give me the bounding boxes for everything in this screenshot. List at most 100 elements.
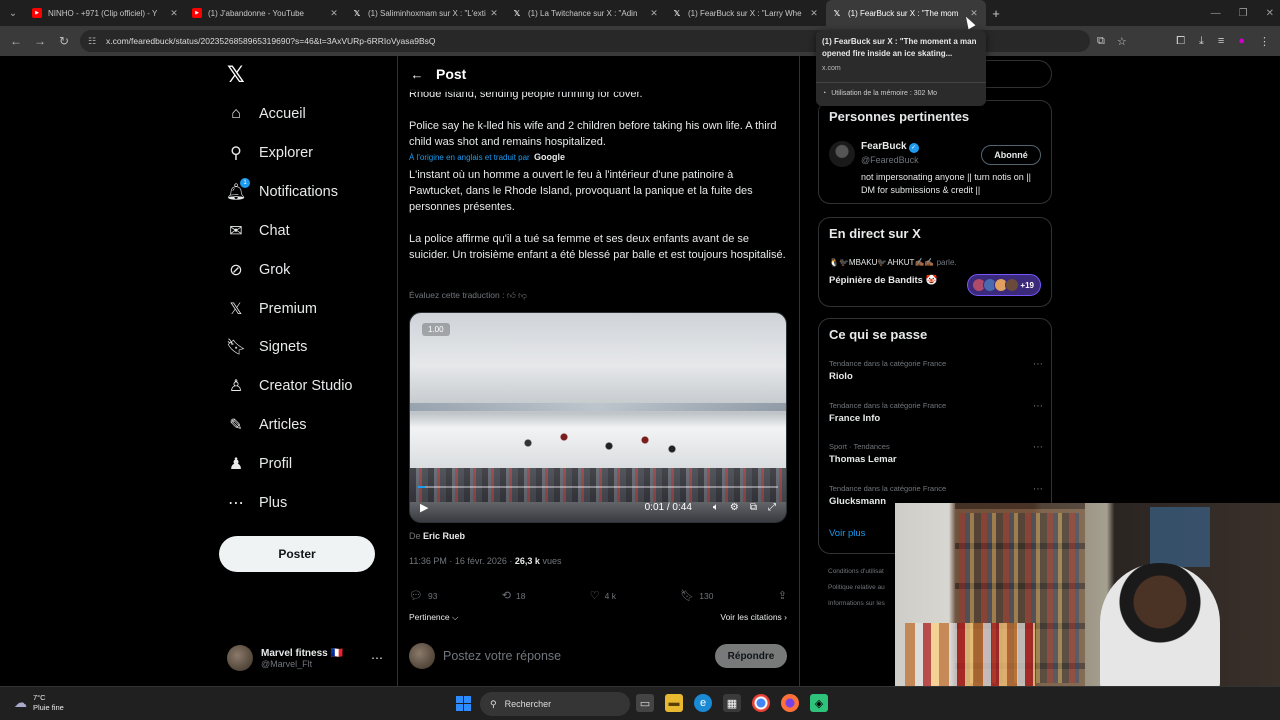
following-button[interactable]: Abonné: [981, 145, 1041, 165]
maximize-icon[interactable]: ❐: [1239, 8, 1248, 19]
browser-tab[interactable]: 𝕏 (1) FearBuck sur X : "Larry Whe ✕: [666, 0, 826, 26]
nav-item-profil[interactable]: ♟ Profil: [227, 452, 292, 476]
close-tab-icon[interactable]: ✕: [808, 8, 820, 19]
site-info-icon[interactable]: ☷: [88, 36, 100, 47]
account-switcher[interactable]: Marvel fitness 🇫🇷 @Marvel_Flt ⋯: [227, 642, 397, 674]
post-button[interactable]: Poster: [219, 536, 375, 572]
firefox-icon[interactable]: [781, 694, 799, 712]
post-timestamp[interactable]: 11:36 PM · 16 févr. 2026 ·: [409, 556, 512, 566]
video-progress-fill: [418, 486, 426, 488]
footer-link[interactable]: Politique relative au: [828, 580, 885, 596]
chrome-icon[interactable]: [752, 694, 770, 712]
relevant-person-handle: @FearedBuck: [861, 155, 919, 165]
like-count: 4 k: [604, 590, 616, 601]
weather-widget[interactable]: ☁ 7°C Pluie fine: [14, 693, 64, 713]
x-logo-icon[interactable]: 𝕏: [227, 62, 245, 88]
install-app-icon[interactable]: ⧉: [1097, 35, 1105, 48]
close-tab-icon[interactable]: ✕: [168, 8, 180, 19]
close-window-icon[interactable]: ✕: [1266, 8, 1274, 19]
windows-taskbar: ☁ 7°C Pluie fine ⚲ Rechercher ▭ ▬ e ▦ ◈: [0, 686, 1280, 720]
more-dots-icon[interactable]: ⋯: [1033, 359, 1043, 370]
download-icon[interactable]: ⤓: [1199, 35, 1204, 48]
video-player[interactable]: 1.00 ▶ 0:01 / 0:44 🔈︎ ⚙ ⧉ ⤢: [409, 312, 787, 523]
x-icon: 𝕏: [673, 8, 681, 18]
mail-icon: ✉: [229, 222, 243, 240]
reload-icon[interactable]: ↻: [52, 34, 76, 48]
close-tab-icon[interactable]: ✕: [328, 8, 340, 19]
nav-item-notifications[interactable]: 🔔︎ 1 Notifications: [226, 177, 338, 204]
repost-action[interactable]: ⟲ 18: [502, 589, 526, 602]
nav-item-accueil[interactable]: ⌂ Accueil: [227, 102, 306, 126]
sort-dropdown[interactable]: Pertinence ⌵: [409, 612, 458, 623]
more-dots-icon[interactable]: ⋯: [1033, 484, 1043, 495]
footer-link[interactable]: Conditions d'utilisat: [828, 564, 885, 580]
more-dots-icon[interactable]: ⋯: [1033, 442, 1043, 453]
fullscreen-icon[interactable]: ⤢: [768, 502, 776, 513]
nav-item-plus[interactable]: ⋯ Plus: [227, 491, 287, 515]
minimize-icon[interactable]: —: [1211, 8, 1221, 19]
media-controls-icon[interactable]: ≡: [1218, 35, 1224, 47]
reply-button[interactable]: Répondre: [715, 644, 787, 668]
address-bar-row: ← → ↻ ☷ x.com/fearedbuck/status/20235268…: [0, 26, 1280, 56]
thumbs-up-icon[interactable]: 👍︎: [507, 290, 516, 300]
picture-in-picture-icon[interactable]: ⧉: [750, 502, 757, 513]
credit-name[interactable]: Eric Rueb: [423, 531, 465, 541]
more-dots-icon[interactable]: ⋯: [371, 651, 383, 665]
trend-item[interactable]: Tendance dans la catégorie France Riolo ⋯: [829, 359, 1043, 382]
trend-item[interactable]: Tendance dans la catégorie France France …: [829, 401, 1043, 424]
play-icon[interactable]: ▶: [420, 501, 428, 514]
back-arrow-icon[interactable]: ←: [398, 67, 436, 82]
back-icon[interactable]: ←: [4, 34, 28, 48]
nav-item-grok[interactable]: ⊘ Grok: [227, 258, 290, 282]
relevant-people-title: Personnes pertinentes: [829, 109, 970, 124]
trend-item[interactable]: Sport · Tendances Thomas Lemar ⋯: [829, 442, 1043, 465]
video-progress-bar[interactable]: [418, 486, 778, 488]
nav-item-chat[interactable]: ✉ Chat: [227, 219, 289, 243]
bookmark-action[interactable]: 🔖︎ 130: [680, 589, 713, 602]
bookmark-icon: 🔖︎: [680, 590, 695, 602]
taskbar-search[interactable]: ⚲ Rechercher: [480, 692, 630, 716]
browser-tab[interactable]: 𝕏 (1) La Twitchance sur X : "Adin ✕: [506, 0, 666, 26]
task-view-icon[interactable]: ▭: [636, 694, 654, 712]
browser-tab[interactable]: ▶ NINHO - +971 (Clip officiel) - Y ✕: [26, 0, 186, 26]
extensions-icon[interactable]: ⧠: [1176, 35, 1185, 48]
forward-icon[interactable]: →: [28, 34, 52, 48]
nav-item-creator-studio[interactable]: ♙ Creator Studio: [227, 374, 353, 398]
avatar[interactable]: [829, 141, 855, 167]
close-tab-icon[interactable]: ✕: [648, 8, 660, 19]
reply-action[interactable]: 💬︎ 93: [409, 589, 437, 602]
nav-item-explorer[interactable]: ⚲ Explorer: [227, 141, 313, 165]
relevant-person-name[interactable]: FearBuck ✓: [861, 141, 919, 153]
browser-tab[interactable]: 𝕏 (1) FearBuck sur X : "The mom ✕: [826, 0, 986, 26]
file-explorer-icon[interactable]: ▬: [665, 694, 683, 712]
share-action[interactable]: ⇪: [778, 589, 787, 602]
tab-search-chevron-icon[interactable]: ⌄: [0, 0, 26, 26]
profile-avatar-icon[interactable]: ●: [1238, 35, 1245, 47]
edge-icon[interactable]: e: [694, 694, 712, 712]
live-on-x-card[interactable]: En direct sur X 🐧🐦‍⬛MBAKU🐦‍⬛AHKUT✍🏾✍🏾 pa…: [818, 217, 1052, 307]
like-action[interactable]: ♡ 4 k: [590, 589, 616, 602]
nav-item-signets[interactable]: 🔖︎ Signets: [226, 335, 308, 359]
nav-item-label: Notifications: [259, 183, 338, 200]
bookmark-star-icon[interactable]: ☆: [1117, 35, 1127, 48]
windows-start-icon[interactable]: [456, 696, 471, 711]
menu-kebab-icon[interactable]: ⋮: [1259, 35, 1270, 48]
footer-link[interactable]: Informations sur les: [828, 596, 885, 612]
nav-item-articles[interactable]: ✎ Articles: [227, 413, 306, 437]
relevant-person-name-text: FearBuck: [861, 141, 907, 152]
settings-gear-icon[interactable]: ⚙: [730, 502, 739, 513]
view-quotes-link[interactable]: Voir les citations ›: [720, 612, 787, 623]
nav-item-premium[interactable]: 𝕏 Premium: [227, 297, 317, 321]
volume-icon[interactable]: 🔈︎: [713, 502, 719, 513]
browser-tab[interactable]: ▶ (1) J'abandonne - YouTube ✕: [186, 0, 346, 26]
see-more-link[interactable]: Voir plus: [829, 528, 865, 539]
reply-input[interactable]: Postez votre réponse: [443, 649, 561, 663]
app-icon[interactable]: ◈: [810, 694, 828, 712]
new-tab-button[interactable]: +: [986, 6, 1006, 21]
store-icon[interactable]: ▦: [723, 694, 741, 712]
translation-notice[interactable]: À l'origine en anglais et traduit par Go…: [409, 152, 565, 162]
close-tab-icon[interactable]: ✕: [488, 8, 500, 19]
thumbs-down-icon[interactable]: 👎︎: [518, 290, 527, 300]
browser-tab[interactable]: 𝕏 (1) Saliminhoxmam sur X : "L'exti ✕: [346, 0, 506, 26]
more-dots-icon[interactable]: ⋯: [1033, 401, 1043, 412]
